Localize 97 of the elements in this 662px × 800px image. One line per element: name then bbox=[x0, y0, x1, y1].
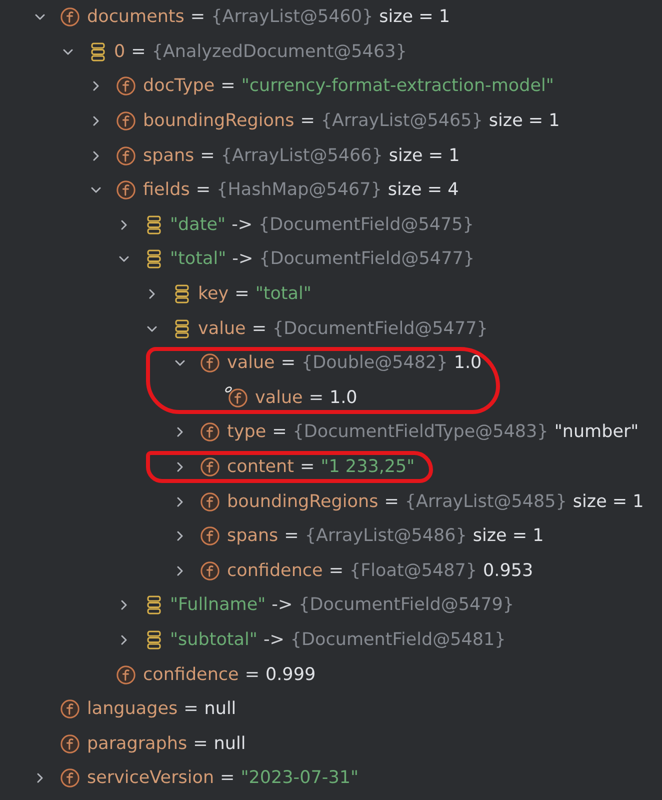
variable-value: "2023-07-31" bbox=[240, 768, 359, 788]
variable-value: "1 233,25" bbox=[320, 457, 415, 478]
variable-value: "currency-format-extraction-model" bbox=[241, 76, 554, 96]
variable-name: value bbox=[198, 318, 246, 339]
variable-value: 0.953 bbox=[483, 560, 534, 581]
object-reference: {DocumentField@5477} bbox=[259, 249, 474, 270]
variable-name: serviceVersion bbox=[87, 768, 214, 788]
chevron-down-icon[interactable] bbox=[35, 12, 45, 22]
chevron-right-icon[interactable] bbox=[147, 289, 157, 300]
operator: = bbox=[234, 284, 250, 304]
operator: = bbox=[308, 388, 324, 408]
chevron-right-icon[interactable] bbox=[119, 600, 129, 610]
operator: = bbox=[300, 457, 315, 478]
chevron-right-icon[interactable] bbox=[35, 773, 45, 784]
variable-value: "number" bbox=[554, 422, 639, 442]
variable-name: 0 bbox=[114, 42, 126, 62]
object-reference: {DocumentField@5477} bbox=[272, 318, 488, 339]
object-reference: {Float@5487} bbox=[349, 560, 478, 581]
chevron-down-icon[interactable] bbox=[147, 324, 157, 334]
object-reference: {ArrayList@5485} bbox=[404, 492, 567, 512]
object-reference: {HashMap@5467} bbox=[216, 180, 382, 200]
variable-value: size = 4 bbox=[388, 180, 459, 200]
variable-name: spans bbox=[143, 146, 194, 166]
object-reference: {ArrayList@5460} bbox=[211, 7, 374, 28]
chevron-right-icon[interactable] bbox=[175, 531, 185, 542]
chevron-right-icon[interactable] bbox=[91, 81, 101, 92]
object-reference: {DocumentField@5479} bbox=[298, 595, 514, 616]
object-reference: {AnalyzedDocument@5463} bbox=[152, 42, 407, 62]
variable-name: boundingRegions bbox=[143, 111, 294, 132]
variable-name: "total" bbox=[170, 249, 226, 270]
variable-name: confidence bbox=[143, 664, 239, 685]
chevron-right-icon[interactable] bbox=[175, 566, 185, 576]
variable-value: null bbox=[214, 734, 246, 754]
object-reference: {Double@5482} bbox=[301, 353, 448, 374]
variable-name: docType bbox=[143, 76, 215, 96]
variable-name: "date" bbox=[170, 214, 226, 235]
chevron-down-icon[interactable] bbox=[119, 254, 129, 264]
operator: = bbox=[328, 560, 344, 581]
variable-value: size = 1 bbox=[379, 7, 450, 28]
object-reference: {DocumentFieldType@5483} bbox=[292, 422, 548, 442]
variable-name: type bbox=[227, 422, 266, 442]
variable-name: value bbox=[227, 353, 275, 374]
operator: = bbox=[196, 180, 211, 200]
chevron-down-icon[interactable] bbox=[175, 358, 185, 368]
operator: = bbox=[284, 526, 299, 546]
operator: = bbox=[220, 768, 235, 788]
chevron-right-icon[interactable] bbox=[175, 462, 185, 472]
chevron-right-icon[interactable] bbox=[175, 496, 185, 507]
operator: -> bbox=[232, 214, 253, 235]
variable-value: null bbox=[204, 699, 236, 720]
object-reference: {DocumentField@5481} bbox=[290, 630, 506, 650]
variable-name: boundingRegions bbox=[227, 492, 378, 512]
variable-name: languages bbox=[87, 699, 178, 720]
variable-value: "total" bbox=[255, 284, 312, 304]
operator: = bbox=[280, 353, 296, 374]
operator: = bbox=[300, 111, 315, 132]
variable-value: 1.0 bbox=[329, 388, 358, 408]
variable-value: 0.999 bbox=[265, 664, 316, 685]
variable-value: size = 1 bbox=[488, 111, 560, 132]
operator: = bbox=[220, 76, 236, 96]
operator: = bbox=[384, 492, 399, 512]
variable-name: key bbox=[198, 284, 229, 304]
operator: = bbox=[272, 422, 287, 442]
operator: -> bbox=[232, 249, 254, 270]
chevron-down-icon[interactable] bbox=[63, 46, 73, 57]
chevron-right-icon[interactable] bbox=[119, 634, 129, 645]
operator: -> bbox=[272, 595, 293, 616]
chevron-right-icon[interactable] bbox=[91, 150, 101, 161]
variable-name: "Fullname" bbox=[170, 595, 266, 616]
operator: = bbox=[131, 42, 146, 62]
chevron-right-icon[interactable] bbox=[91, 116, 101, 126]
variable-value: size = 1 bbox=[472, 526, 544, 546]
variable-value: size = 1 bbox=[388, 146, 460, 166]
variable-name: fields bbox=[143, 180, 190, 200]
operator: = bbox=[190, 7, 206, 28]
variable-name: value bbox=[255, 388, 303, 408]
variable-name: documents bbox=[87, 7, 184, 28]
object-reference: {ArrayList@5465} bbox=[320, 111, 483, 132]
operator: -> bbox=[263, 630, 284, 650]
operator: = bbox=[193, 734, 208, 754]
variable-value: 1.0 bbox=[454, 353, 482, 374]
variable-name: spans bbox=[227, 526, 278, 546]
operator: = bbox=[200, 146, 215, 166]
operator: = bbox=[184, 699, 198, 720]
variable-name: content bbox=[227, 457, 294, 478]
object-reference: {ArrayList@5486} bbox=[304, 526, 467, 546]
chevron-right-icon[interactable] bbox=[119, 220, 129, 230]
chevron-down-icon[interactable] bbox=[91, 185, 101, 196]
variable-name: confidence bbox=[227, 560, 323, 581]
operator: = bbox=[244, 664, 260, 685]
variable-name: paragraphs bbox=[87, 734, 188, 754]
variable-name: "subtotal" bbox=[170, 630, 258, 650]
variable-value: size = 1 bbox=[572, 492, 644, 512]
operator: = bbox=[252, 318, 266, 339]
object-reference: {DocumentField@5475} bbox=[258, 214, 474, 235]
object-reference: {ArrayList@5466} bbox=[220, 146, 383, 166]
chevron-right-icon[interactable] bbox=[175, 427, 185, 438]
